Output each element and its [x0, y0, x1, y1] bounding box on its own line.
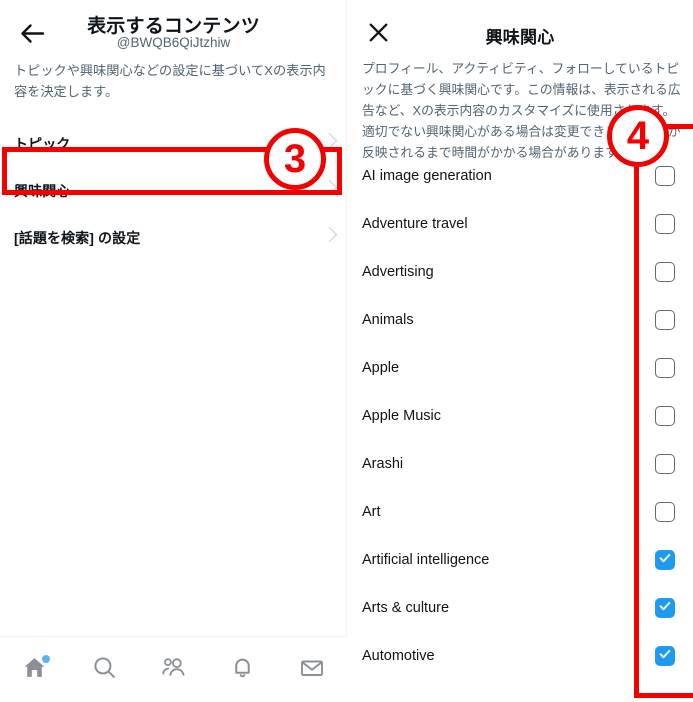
settings-menu-list: トピック 興味関心 [話題を検索] の設定 — [0, 120, 347, 261]
menu-item-label: トピック — [14, 135, 71, 152]
interest-checkbox[interactable] — [655, 310, 675, 330]
interest-label: Arashi — [362, 456, 404, 472]
app-screenshot: 表示するコンテンツ @BWQB6QiJtzhiw トピックや興味関心などの設定に… — [0, 0, 693, 702]
right-panel-interests: 興味関心 プロフィール、アクティビティ、フォローしているトピックに基づく興味関心… — [347, 0, 693, 702]
interest-checkbox[interactable] — [655, 550, 675, 570]
interest-checkbox[interactable] — [655, 358, 675, 378]
interest-label: Automotive — [362, 648, 435, 664]
check-icon — [658, 551, 672, 570]
search-icon — [92, 655, 117, 685]
interest-label: Arts & culture — [362, 600, 450, 616]
interest-checkbox[interactable] — [655, 454, 675, 474]
interest-row[interactable]: AI image generation — [347, 152, 693, 200]
interest-label: Artificial intelligence — [362, 552, 490, 568]
chevron-right-icon — [321, 226, 338, 242]
nav-search-button[interactable] — [82, 648, 126, 692]
account-handle: @BWQB6QiJtzhiw — [116, 35, 231, 50]
nav-notifications-button[interactable] — [221, 648, 265, 692]
interest-label: Adventure travel — [362, 216, 468, 232]
menu-item-explore-settings[interactable]: [話題を検索] の設定 — [0, 214, 347, 261]
interest-list: AI image generation Adventure travel Adv… — [347, 152, 693, 680]
right-page-title: 興味関心 — [485, 28, 555, 47]
interest-checkbox[interactable] — [655, 598, 675, 618]
notifications-icon — [230, 655, 255, 685]
left-page-title: 表示するコンテンツ — [87, 16, 260, 37]
interest-label: AI image generation — [362, 168, 492, 184]
left-page-description: トピックや興味関心などの設定に基づいてXの表示内容を決定します。 — [14, 63, 326, 100]
interest-label: Art — [362, 504, 381, 520]
interest-checkbox[interactable] — [655, 406, 675, 426]
interest-label: Animals — [362, 312, 414, 328]
messages-icon — [299, 655, 325, 685]
check-icon — [658, 647, 672, 666]
panel-divider — [346, 0, 347, 702]
interest-row[interactable]: Art — [347, 488, 693, 536]
bottom-navigation-bar — [0, 636, 347, 702]
interest-row[interactable]: Automotive — [347, 632, 693, 680]
interest-row[interactable]: Apple Music — [347, 392, 693, 440]
interest-label: Apple — [362, 360, 400, 376]
interest-checkbox[interactable] — [655, 214, 675, 234]
menu-item-label: [話題を検索] の設定 — [14, 229, 141, 246]
interest-row[interactable]: Arashi — [347, 440, 693, 488]
interest-row[interactable]: Arts & culture — [347, 584, 693, 632]
nav-messages-button[interactable] — [290, 648, 334, 692]
left-panel-display-content: 表示するコンテンツ @BWQB6QiJtzhiw トピックや興味関心などの設定に… — [0, 0, 347, 702]
interest-checkbox[interactable] — [655, 262, 675, 282]
menu-item-interests[interactable]: 興味関心 — [0, 167, 347, 214]
nav-communities-button[interactable] — [151, 648, 195, 692]
menu-item-label: 興味関心 — [14, 182, 71, 199]
nav-home-button[interactable] — [13, 648, 57, 692]
interest-label: Apple Music — [362, 408, 441, 424]
interest-row[interactable]: Advertising — [347, 248, 693, 296]
interest-checkbox[interactable] — [655, 502, 675, 522]
interest-row[interactable]: Apple — [347, 344, 693, 392]
communities-icon — [160, 655, 187, 685]
home-unread-badge — [41, 654, 50, 663]
chevron-right-icon — [321, 179, 338, 195]
right-page-description: プロフィール、アクティビティ、フォローしているトピックに基づく興味関心です。この… — [362, 61, 681, 161]
menu-item-topics[interactable]: トピック — [0, 120, 347, 167]
chevron-right-icon — [321, 132, 338, 148]
interest-row[interactable]: Artificial intelligence — [347, 536, 693, 584]
interest-row[interactable]: Adventure travel — [347, 200, 693, 248]
interest-checkbox[interactable] — [655, 646, 675, 666]
interest-row[interactable]: Animals — [347, 296, 693, 344]
interest-label: Advertising — [362, 264, 434, 280]
check-icon — [658, 599, 672, 618]
interest-checkbox[interactable] — [655, 166, 675, 186]
